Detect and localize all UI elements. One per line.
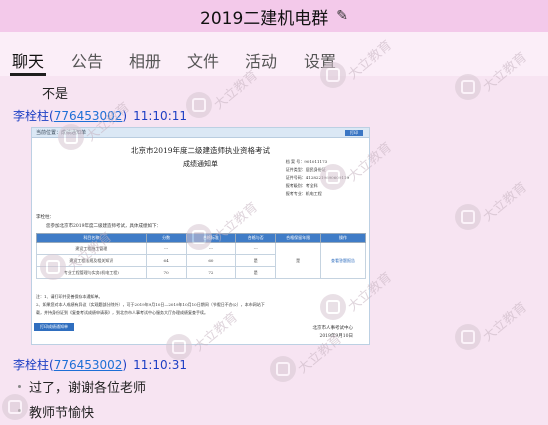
table-cell: 建设工程施工管理 <box>36 242 147 255</box>
table-cell: 是 <box>235 254 277 267</box>
tab-chat[interactable]: 聊天 <box>12 52 44 72</box>
tab-announcement[interactable]: 公告 <box>71 52 103 72</box>
sign-org: 北京市人事考试中心 <box>312 326 354 331</box>
image-print-notice-button: 打印成绩通知单 <box>34 323 74 331</box>
tab-settings[interactable]: 设置 <box>304 52 336 72</box>
table-cell: --- <box>145 242 187 255</box>
pencil-icon[interactable]: ✎ <box>336 8 348 24</box>
window-title-bar: 2019二建机电群 ✎ <box>0 0 548 32</box>
image-nav-label: 当前位置：成绩通知单 <box>36 130 87 136</box>
table-row: 建设工程施工管理 --- --- --- 是 查看答题报告 <box>36 242 366 279</box>
message-text: 不是 <box>42 87 69 102</box>
watermark-logo: 大立教育 <box>186 67 266 122</box>
info-line: 证件类型：居民身份证 <box>285 167 326 172</box>
info-line: 报考级别：考全科 <box>285 183 318 188</box>
table-cell-merged: 是 <box>275 242 322 279</box>
table-cell: 64 <box>145 254 187 267</box>
table-header: 合格与否 <box>235 233 277 243</box>
table-cell-action: 查看答题报告 <box>320 242 366 279</box>
sender-name: 李栓柱 <box>13 109 50 123</box>
table-header: 合格标准 <box>185 233 237 243</box>
info-line: 报考专业：机电工程 <box>285 191 322 196</box>
image-nav-bar: 当前位置：成绩通知单 打印 <box>32 128 369 138</box>
table-cell: 72 <box>185 266 237 279</box>
note-line: 载，并持身份证到《复查考试成绩申请表》，到北京市人事考试中心服务大厅办理成绩复查… <box>36 310 208 315</box>
image-greeting-line: 您参加北京市2019年度二级建造师考试，具体成绩如下： <box>46 224 161 229</box>
message-text: 过了，谢谢各位老师 <box>29 381 147 396</box>
active-tab-indicator <box>10 73 46 76</box>
watermark-logo: 大立教育 <box>270 331 350 386</box>
tab-album[interactable]: 相册 <box>129 52 161 72</box>
image-notes: 注：1、请打印并妥善保存本通知单。 2、如果您对本人成绩有异议（实观题部分除外）… <box>36 293 265 317</box>
message-sender: 李栓柱(776453002) 11:10:11 <box>13 109 188 123</box>
table-cell: 专业工程管理与实务(机电工程) <box>36 266 147 279</box>
watermark-logo: 大立教育 <box>455 299 535 354</box>
image-signature: 北京市人事考试中心 2019年9月10日 <box>313 325 354 341</box>
note-line: 2、如果您对本人成绩有异议（实观题部分除外），可于2019年9月10日—2019… <box>36 302 265 307</box>
message-time: 11:10:31 <box>133 358 188 372</box>
table-cell: 60 <box>185 254 237 267</box>
image-print-button: 打印 <box>345 130 363 136</box>
table-cell: 建设工程法规及相关知识 <box>36 254 147 267</box>
image-greeting: 李栓柱： <box>36 215 54 220</box>
tab-bar: 聊天 公告 相册 文件 活动 设置 <box>0 32 548 76</box>
sender-qq-link[interactable]: 776453002 <box>54 358 123 372</box>
sender-name: 李栓柱 <box>13 358 50 372</box>
tab-files[interactable]: 文件 <box>187 52 219 72</box>
message-text: 教师节愉快 <box>29 406 95 421</box>
table-cell: --- <box>235 242 277 255</box>
bullet-dot <box>18 385 21 388</box>
table-header: 合格保留年限 <box>275 233 322 243</box>
table-cell: 70 <box>145 266 187 279</box>
note-line: 注：1、请打印并妥善保存本通知单。 <box>36 294 103 299</box>
table-cell: 是 <box>235 266 277 279</box>
image-title: 北京市2019年度二级建造师执业资格考试 <box>130 146 271 155</box>
info-line: 证件号码：41282219690609119 <box>285 175 349 180</box>
table-cell: --- <box>185 242 237 255</box>
watermark-logo: 大立教育 <box>455 179 535 234</box>
score-notice-image[interactable]: 当前位置：成绩通知单 打印 北京市2019年度二级建造师执业资格考试 成绩通知单… <box>31 127 370 345</box>
info-line: 档 案 号：901011173 <box>285 159 328 164</box>
message-time: 11:10:11 <box>133 109 188 123</box>
window-title: 2019二建机电群 <box>200 8 329 29</box>
table-header: 分数 <box>145 233 187 243</box>
tab-activity[interactable]: 活动 <box>245 52 277 72</box>
message-sender: 李栓柱(776453002) 11:10:31 <box>13 358 188 372</box>
table-header: 科目名称 <box>36 233 147 243</box>
bullet-dot <box>18 409 21 412</box>
table-header: 操作 <box>320 233 366 243</box>
sender-qq-link[interactable]: 776453002 <box>54 109 123 123</box>
score-table: 科目名称 分数 合格标准 合格与否 合格保留年限 操作 建设工程施工管理 ---… <box>36 233 366 279</box>
image-info-block: 档 案 号：901011173 证件类型：居民身份证 证件号码：41282219… <box>286 158 349 198</box>
sign-date: 2019年9月10日 <box>319 334 353 339</box>
